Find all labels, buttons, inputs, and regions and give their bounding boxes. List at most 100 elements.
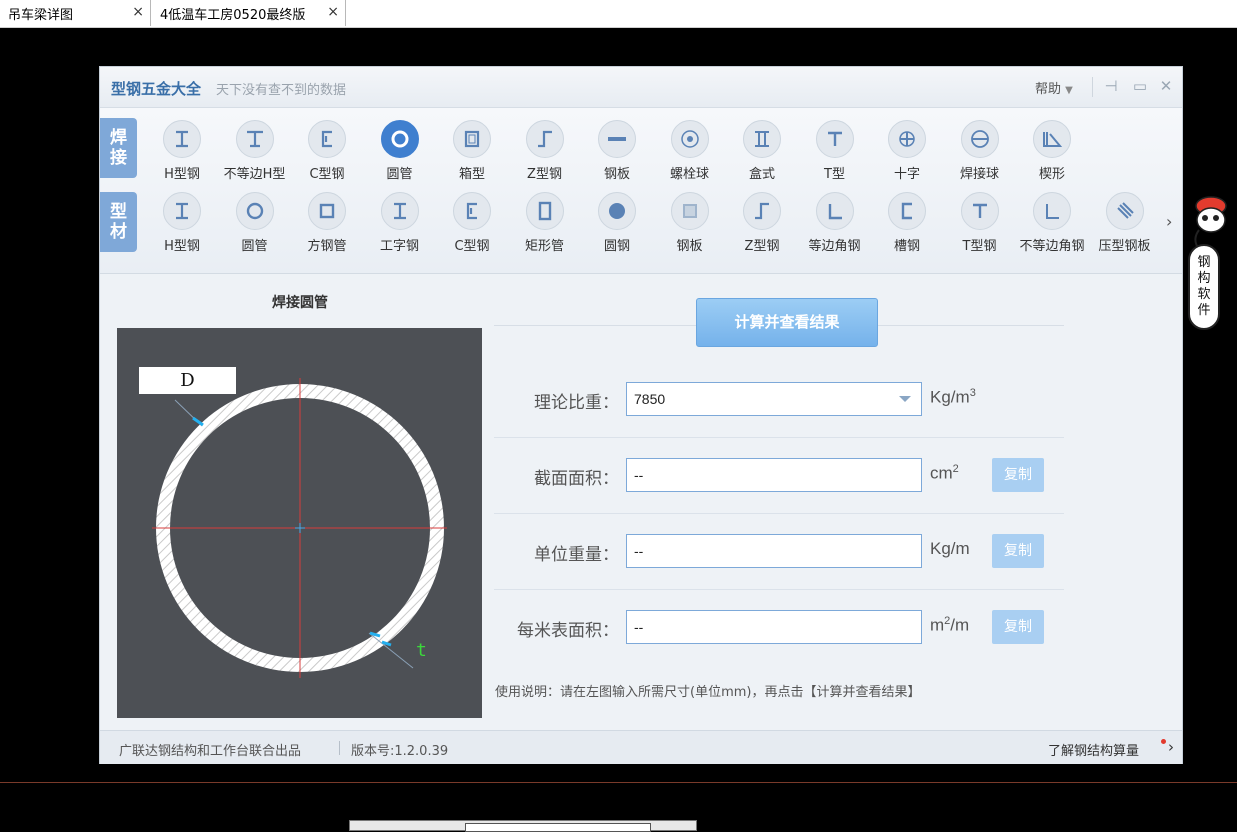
pin-icon[interactable]: ⊣ [1101, 76, 1121, 96]
density-label: 理论比重： [534, 393, 619, 413]
tab-label: 4低温车工房0520最终版 [160, 7, 306, 23]
copy-surface-button[interactable]: 复制 [992, 610, 1044, 644]
profile-label: 方钢管 [307, 239, 347, 254]
profile-icon [888, 120, 926, 158]
profile-icon [960, 120, 999, 158]
weld-item[interactable]: 圆管 [364, 120, 436, 184]
weld-item[interactable]: C型钢 [291, 120, 363, 184]
profile-label: Z型钢 [527, 167, 562, 182]
area-field[interactable]: -- [626, 458, 922, 492]
close-icon[interactable]: × [327, 4, 339, 20]
weld-row-label[interactable]: 焊接 [100, 118, 137, 178]
profile-item[interactable]: 圆管 [219, 192, 291, 256]
weld-item[interactable]: T型 [799, 120, 871, 184]
close-icon[interactable]: × [132, 4, 144, 20]
steel-handbook-window: 型钢五金大全 天下没有查不到的数据 帮助 ▼ ⊣ ▭ ✕ 焊接 型材 H型钢 不等… [99, 66, 1183, 764]
profile-label: Z型钢 [744, 239, 780, 254]
profile-icon [1105, 192, 1144, 230]
profile-item[interactable]: 方钢管 [291, 192, 363, 256]
profile-item[interactable]: 槽钢 [871, 192, 943, 256]
copy-weight-button[interactable]: 复制 [992, 534, 1044, 568]
profile-label: H型钢 [164, 239, 200, 254]
profile-label: 型材 [110, 202, 127, 242]
diameter-input[interactable]: D [139, 367, 236, 394]
profile-label: 槽钢 [893, 239, 920, 254]
profile-label: 箱型 [458, 167, 485, 182]
profile-item[interactable]: Z型钢 [726, 192, 798, 256]
profile-item[interactable]: T型钢 [944, 192, 1016, 256]
mascot-bubble: 钢 构 软 件 [1188, 244, 1220, 330]
profile-label: 等边角钢 [808, 239, 861, 254]
weld-item[interactable]: 十字 [871, 120, 943, 184]
profile-label: T型钢 [962, 239, 997, 254]
pipe-diagram: D t [117, 328, 482, 718]
weld-item[interactable]: 箱型 [436, 120, 508, 184]
profile-item[interactable]: 工字钢 [364, 192, 436, 256]
profile-label: 圆管 [386, 167, 413, 182]
surface-value: -- [634, 619, 644, 635]
profile-label: 十字 [893, 167, 920, 182]
calculate-button[interactable]: 计算并查看结果 [696, 298, 878, 347]
app-subtitle: 天下没有查不到的数据 [216, 83, 347, 98]
thickness-label[interactable]: t [416, 640, 427, 661]
weld-item[interactable]: H型钢 [146, 120, 218, 184]
profile-icon [888, 192, 926, 230]
weight-unit: Kg/m [930, 539, 970, 558]
status-bar: 广联达钢结构和工作台联合出品 版本号:1.2.0.39 了解钢结构算量 › [100, 730, 1182, 764]
profile-item[interactable]: H型钢 [146, 192, 218, 256]
profile-icon [1033, 192, 1071, 230]
tab-workshop[interactable]: 4低温车工房0520最终版 × [152, 0, 346, 26]
chevron-down-icon[interactable] [899, 396, 911, 402]
mascot-widget[interactable]: 钢 构 软 件 [1185, 190, 1231, 335]
profile-icon [235, 120, 274, 158]
tab-label: 吊车梁详图 [8, 7, 74, 23]
profile-label: C型钢 [454, 239, 490, 254]
usage-instructions: 使用说明：请在左图输入所需尺寸(单位mm)，再点击【计算并查看结果】 [495, 685, 921, 700]
profile-icon [743, 120, 781, 158]
profile-label: 不等边H型 [223, 167, 286, 182]
profile-label: T型 [824, 167, 845, 182]
profile-label: C型钢 [309, 167, 345, 182]
app-title: 型钢五金大全 [111, 80, 202, 98]
profile-row-label[interactable]: 型材 [100, 192, 137, 252]
help-menu[interactable]: 帮助 ▼ [1035, 78, 1073, 97]
profile-label: 矩形管 [524, 239, 564, 254]
weld-item[interactable]: 楔形 [1016, 120, 1088, 184]
profile-item[interactable]: 不等边角钢 [1016, 192, 1088, 256]
profile-icon [598, 192, 636, 230]
minimize-icon[interactable]: ▭ [1130, 76, 1150, 96]
weld-item[interactable]: Z型钢 [509, 120, 581, 184]
area-row: 截面面积： -- cm2 复制 [494, 438, 1064, 514]
close-icon[interactable]: ✕ [1156, 76, 1176, 96]
profile-item[interactable]: 等边角钢 [799, 192, 871, 256]
profile-label: 焊接球 [959, 167, 999, 182]
weight-field[interactable]: -- [626, 534, 922, 568]
profile-item[interactable]: 钢板 [654, 192, 726, 256]
weld-item[interactable]: 螺栓球 [654, 120, 726, 184]
profile-item[interactable]: C型钢 [436, 192, 508, 256]
learn-more-link[interactable]: 了解钢结构算量 [1048, 740, 1139, 759]
weld-item[interactable]: 钢板 [581, 120, 653, 184]
surface-field[interactable]: -- [626, 610, 922, 644]
profile-item[interactable]: 矩形管 [509, 192, 581, 256]
surface-row: 每米表面积： -- m2/m 复制 [494, 590, 1064, 666]
command-bar [349, 820, 697, 832]
density-unit: Kg/m3 [930, 387, 976, 407]
profile-icon [235, 192, 274, 230]
help-label: 帮助 [1035, 82, 1062, 97]
profile-icon [525, 192, 564, 230]
density-select[interactable]: 7850 [626, 382, 922, 416]
weight-row: 单位重量： -- Kg/m 复制 [494, 514, 1064, 590]
profile-item[interactable]: 圆钢 [581, 192, 653, 256]
tab-crane-beam[interactable]: 吊车梁详图 × [0, 0, 151, 26]
mascot-text: 软 [1197, 287, 1211, 302]
chevron-right-icon[interactable]: › [1166, 212, 1172, 231]
mascot-text: 构 [1197, 271, 1211, 286]
copy-area-button[interactable]: 复制 [992, 458, 1044, 492]
weld-item[interactable]: 不等边H型 [219, 120, 291, 184]
weld-item[interactable]: 盒式 [726, 120, 798, 184]
title-bar: 型钢五金大全 天下没有查不到的数据 帮助 ▼ ⊣ ▭ ✕ [100, 67, 1182, 108]
chevron-right-icon[interactable]: › [1168, 738, 1174, 756]
weld-item[interactable]: 焊接球 [944, 120, 1016, 184]
profile-item[interactable]: 压型钢板 [1089, 192, 1161, 256]
